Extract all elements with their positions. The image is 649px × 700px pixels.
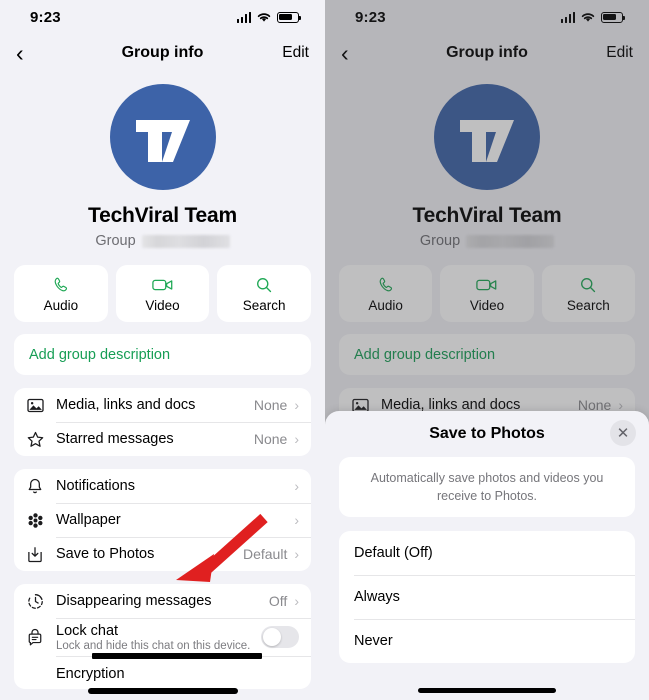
- search-label: Search: [242, 297, 286, 313]
- chevron-right-icon: ›: [294, 512, 299, 528]
- row-lock-chat-sublabel: Lock and hide this chat on this device.: [56, 639, 251, 652]
- back-chevron-icon[interactable]: ‹: [16, 41, 46, 65]
- option-never[interactable]: Never: [339, 619, 635, 663]
- chevron-right-icon: ›: [294, 397, 299, 413]
- row-disappearing-label: Disappearing messages: [56, 593, 212, 609]
- sheet-title: Save to Photos: [429, 425, 545, 442]
- avatar[interactable]: [109, 84, 216, 190]
- option-default-off-label: Default (Off): [354, 545, 433, 562]
- lock-chat-icon: [27, 628, 56, 646]
- wifi-icon: [257, 13, 271, 22]
- status-bar: 9:23: [0, 0, 325, 34]
- list-group-privacy: Disappearing messages Off › Lock chat Lo…: [14, 584, 311, 689]
- right-screen: 9:23 ‹ Group info Edit TechViral Team Gr…: [325, 0, 649, 700]
- audio-button[interactable]: Audio: [14, 265, 108, 322]
- wallpaper-icon: [27, 512, 56, 529]
- timer-icon: [27, 593, 56, 610]
- row-wallpaper[interactable]: Wallpaper ›: [14, 503, 311, 537]
- chevron-right-icon: ›: [294, 478, 299, 494]
- row-encryption[interactable]: Encryption: [14, 653, 311, 689]
- row-disappearing-text: Disappearing messages: [56, 593, 269, 609]
- redacted-member-count: [141, 234, 230, 248]
- video-label: Video: [145, 297, 180, 313]
- option-never-label: Never: [354, 633, 393, 650]
- row-save-to-photos[interactable]: Save to Photos Default ›: [14, 537, 311, 571]
- audio-label: Audio: [43, 297, 79, 313]
- row-starred-label: Starred messages: [56, 431, 174, 447]
- save-to-photos-sheet: Save to Photos ✕ Automatically save phot…: [325, 411, 649, 700]
- list-group-settings: Notifications › Wallpaper › Save to Phot…: [14, 469, 311, 571]
- row-disappearing-value: Off: [268, 593, 288, 609]
- row-media-value: None: [253, 397, 288, 413]
- option-always-label: Always: [354, 589, 400, 606]
- home-indicator: [87, 688, 238, 694]
- lock-chat-toggle[interactable]: [261, 626, 299, 648]
- page-title: Group info: [121, 44, 204, 61]
- row-notifications-text: Notifications: [56, 478, 294, 494]
- search-icon: [255, 275, 273, 295]
- phone-icon: [52, 275, 70, 295]
- left-screen: 9:23 ‹ Group info Edit TechViral Team Gr…: [0, 0, 325, 700]
- row-lock-chat-text: Lock chat Lock and hide this chat on thi…: [56, 623, 261, 652]
- add-group-description[interactable]: Add group description: [14, 334, 311, 375]
- star-icon: [27, 431, 56, 448]
- chevron-right-icon: ›: [294, 546, 299, 562]
- video-camera-icon: [151, 275, 174, 295]
- row-lock-chat[interactable]: Lock chat Lock and hide this chat on thi…: [14, 618, 311, 656]
- chevron-right-icon: ›: [294, 431, 299, 447]
- bell-icon: [27, 478, 56, 495]
- signal-bars-icon: [236, 11, 251, 23]
- sheet-options: Default (Off) Always Never: [339, 531, 635, 664]
- status-time: 9:23: [30, 8, 61, 26]
- row-starred-text: Starred messages: [56, 431, 254, 447]
- avatar-tv-logo: [135, 120, 190, 162]
- close-icon[interactable]: ✕: [610, 420, 636, 446]
- row-save-to-photos-text: Save to Photos: [56, 546, 243, 562]
- row-save-to-photos-label: Save to Photos: [56, 546, 155, 562]
- profile-header: TechViral Team Group: [0, 72, 325, 249]
- group-subtitle-text: Group: [95, 233, 136, 249]
- row-wallpaper-text: Wallpaper: [56, 512, 294, 528]
- row-wallpaper-label: Wallpaper: [56, 512, 121, 528]
- action-buttons: Audio Video Search: [0, 249, 325, 322]
- row-starred-value: None: [253, 431, 288, 447]
- redaction-bar: [92, 653, 262, 659]
- sheet-note-text: Automatically save photos and videos you…: [370, 471, 604, 504]
- row-save-to-photos-value: Default: [242, 546, 288, 562]
- list-group-media: Media, links and docs None › Starred mes…: [14, 388, 311, 456]
- row-media-links-docs[interactable]: Media, links and docs None ›: [14, 388, 311, 422]
- row-disappearing-messages[interactable]: Disappearing messages Off ›: [14, 584, 311, 618]
- video-button[interactable]: Video: [115, 265, 210, 322]
- sheet-note: Automatically save photos and videos you…: [339, 457, 635, 518]
- battery-icon: [277, 11, 301, 23]
- group-name: TechViral Team: [88, 204, 237, 227]
- nav-bar: ‹ Group info Edit: [0, 34, 325, 72]
- row-notifications[interactable]: Notifications ›: [14, 469, 311, 503]
- status-indicators: [236, 11, 301, 23]
- screenshot-root: 9:23 ‹ Group info Edit TechViral Team Gr…: [0, 0, 649, 700]
- row-encryption-label: Encryption: [56, 666, 125, 682]
- save-download-icon: [27, 546, 56, 563]
- edit-button[interactable]: Edit: [282, 44, 309, 62]
- photo-icon: [27, 398, 56, 413]
- row-notifications-label: Notifications: [56, 478, 135, 494]
- sheet-header: Save to Photos ✕: [325, 411, 649, 457]
- home-indicator: [418, 688, 556, 693]
- row-starred-messages[interactable]: Starred messages None ›: [14, 422, 311, 456]
- chevron-right-icon: ›: [294, 593, 299, 609]
- add-group-description-label: Add group description: [29, 346, 171, 363]
- row-lock-chat-label: Lock chat: [56, 622, 119, 639]
- row-media-label: Media, links and docs: [56, 397, 196, 413]
- group-subtitle: Group: [0, 233, 325, 249]
- option-default-off[interactable]: Default (Off): [339, 531, 635, 575]
- search-button[interactable]: Search: [217, 265, 312, 322]
- row-media-text: Media, links and docs: [56, 397, 254, 413]
- option-always[interactable]: Always: [339, 575, 635, 619]
- row-encryption-text: Encryption: [56, 666, 299, 682]
